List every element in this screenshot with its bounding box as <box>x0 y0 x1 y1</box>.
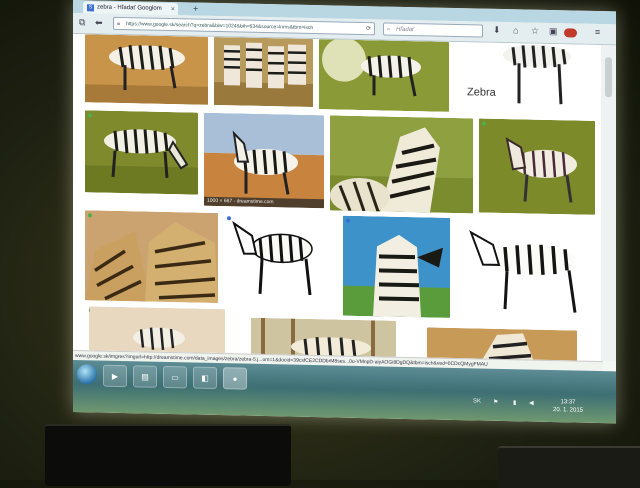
start-orb-icon[interactable] <box>77 364 97 384</box>
zebra-thumbnail[interactable] <box>319 39 449 112</box>
zebra-thumbnail[interactable] <box>479 119 595 215</box>
page-scrollbar[interactable] <box>601 45 616 361</box>
zebra-caption: Zebra <box>467 86 496 99</box>
menu-icon[interactable]: ≡ <box>595 27 600 37</box>
tray-flag-icon[interactable]: ⚑ <box>493 399 498 406</box>
zebra-thumbnail[interactable] <box>85 110 198 194</box>
image-size-caption: 1000 × 667 - dreamstime.com <box>204 197 324 209</box>
result-badge-icon <box>227 216 231 220</box>
bookmark-star-icon[interactable]: ☆ <box>531 26 539 37</box>
result-badge-icon <box>482 122 486 126</box>
zebra-illustration-thumbnail[interactable] <box>459 218 595 323</box>
tray-network-icon[interactable]: ▮ <box>513 399 516 406</box>
result-badge-icon <box>88 213 92 217</box>
lock-icon: 🔒︎ <box>117 18 120 31</box>
search-input[interactable]: ⌕ Hľadať <box>383 22 483 37</box>
zebra-thumbnail[interactable] <box>85 210 218 303</box>
zebra-illustration-thumbnail[interactable] <box>224 213 324 305</box>
tab-title: zebra - Hľadať Googlom <box>97 5 162 12</box>
zebra-illustration-thumbnail[interactable]: Zebra <box>455 42 595 115</box>
result-badge-icon <box>346 219 350 223</box>
reload-icon[interactable]: ⟳ <box>364 23 371 35</box>
zebra-thumbnail[interactable] <box>214 37 313 107</box>
zebra-thumbnail[interactable] <box>343 216 450 318</box>
monitor-bezel-right <box>498 446 640 488</box>
projected-screen: S zebra - Hľadať Googlom × + ⧉ ⬅ 🔒︎ http… <box>73 0 616 423</box>
search-icon: ⌕ <box>387 24 390 37</box>
zebra-thumbnail-hovered[interactable]: 1000 × 667 - dreamstime.com <box>204 113 324 209</box>
address-bar[interactable]: 🔒︎ https://www.google.sk/search?q=zebra&… <box>113 17 375 35</box>
home-icon[interactable]: ⌂ <box>513 25 518 35</box>
media-player-icon[interactable]: ▶ <box>103 365 127 388</box>
zebra-thumbnail[interactable] <box>85 34 208 105</box>
gallery-icon[interactable]: ◧ <box>193 367 217 390</box>
adblock-icon[interactable] <box>564 28 577 37</box>
clock-date: 20. 1. 2015 <box>553 406 583 415</box>
result-badge-icon <box>88 113 92 117</box>
zebra-thumbnail[interactable] <box>330 115 473 213</box>
zebra-thumbnail[interactable] <box>427 327 577 361</box>
scrollbar-thumb[interactable] <box>605 57 612 97</box>
clipboard-icon[interactable]: ▣ <box>549 26 558 37</box>
firefox-icon[interactable]: ● <box>223 367 247 390</box>
monitor-bezel <box>45 424 291 486</box>
tab-close-icon[interactable]: × <box>171 6 175 13</box>
windows-taskbar: ▶ ▤ ▭ ◧ ● SK ⚑ ▮ ◀ 13:37 20. 1. 2015 <box>73 360 616 423</box>
zebra-thumbnail[interactable] <box>89 306 225 353</box>
bookmarks-icon[interactable]: ⧉ <box>79 17 85 28</box>
language-indicator[interactable]: SK <box>473 398 481 404</box>
tray-volume-icon[interactable]: ◀ <box>529 400 534 407</box>
back-icon[interactable]: ⬅ <box>95 17 103 28</box>
search-placeholder: Hľadať <box>396 27 414 33</box>
download-icon[interactable]: ⬇ <box>493 25 501 36</box>
image-viewer-icon[interactable]: ▤ <box>133 365 157 388</box>
google-favicon-icon: S <box>87 4 94 11</box>
folder-icon[interactable]: ▭ <box>163 366 187 389</box>
url-text: https://www.google.sk/search?q=zebra&biw… <box>126 21 313 31</box>
image-results-grid: Zebra 1000 × 667 - dreamstime.com <box>73 34 601 361</box>
system-clock[interactable]: 13:37 20. 1. 2015 <box>553 398 583 415</box>
new-tab-button[interactable]: + <box>193 4 198 15</box>
